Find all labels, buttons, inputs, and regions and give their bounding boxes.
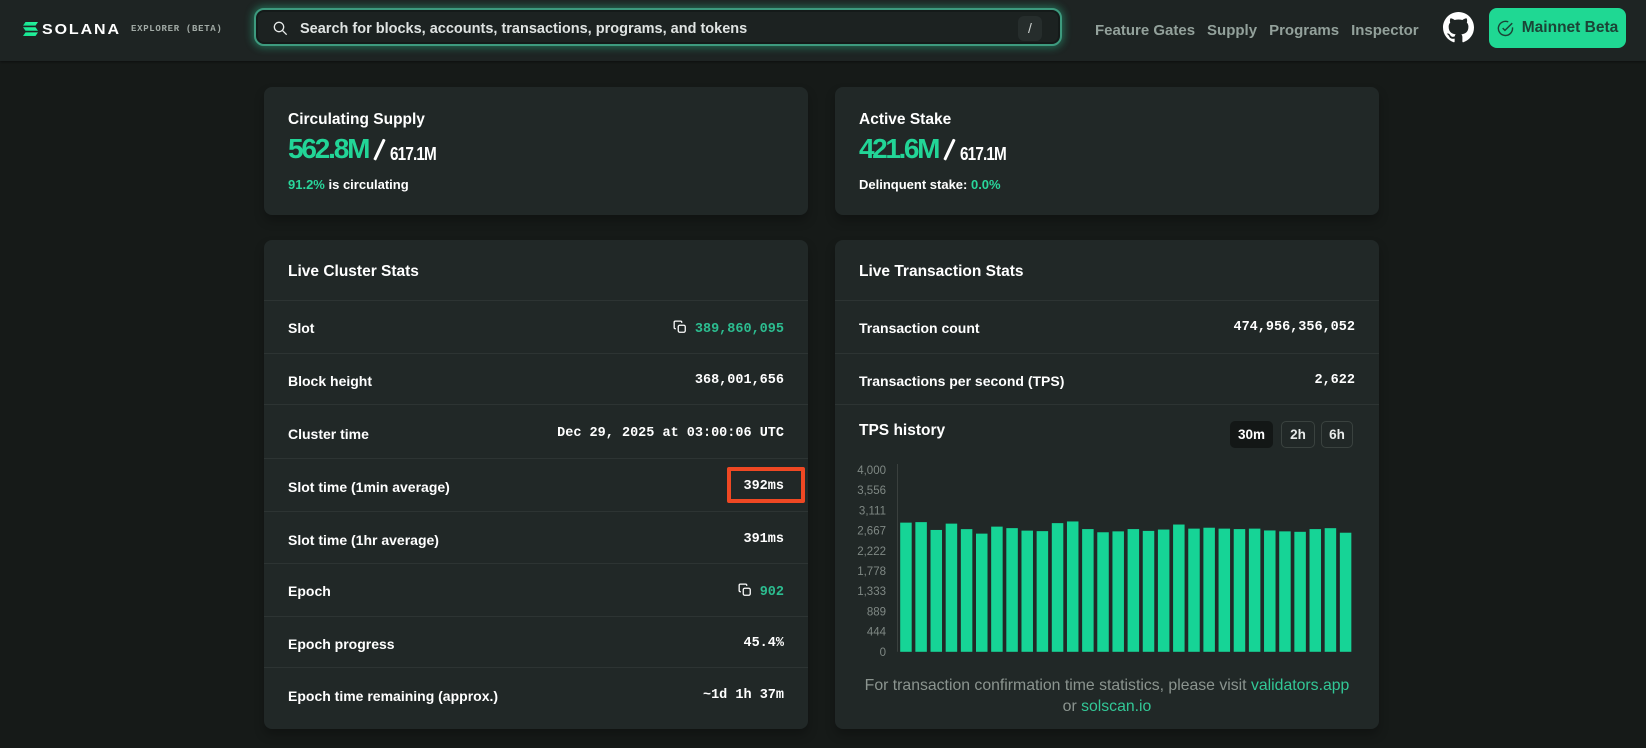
svg-text:444: 444	[867, 627, 887, 639]
svg-text:3,556: 3,556	[857, 485, 886, 497]
svg-text:889: 889	[867, 606, 886, 618]
svg-text:2,222: 2,222	[857, 546, 886, 558]
svg-text:1,778: 1,778	[857, 566, 886, 578]
svg-text:3,111: 3,111	[859, 505, 886, 517]
svg-text:0: 0	[880, 647, 886, 658]
svg-text:1,333: 1,333	[857, 586, 886, 598]
svg-text:2,667: 2,667	[857, 526, 886, 538]
svg-text:4,000: 4,000	[857, 465, 886, 477]
